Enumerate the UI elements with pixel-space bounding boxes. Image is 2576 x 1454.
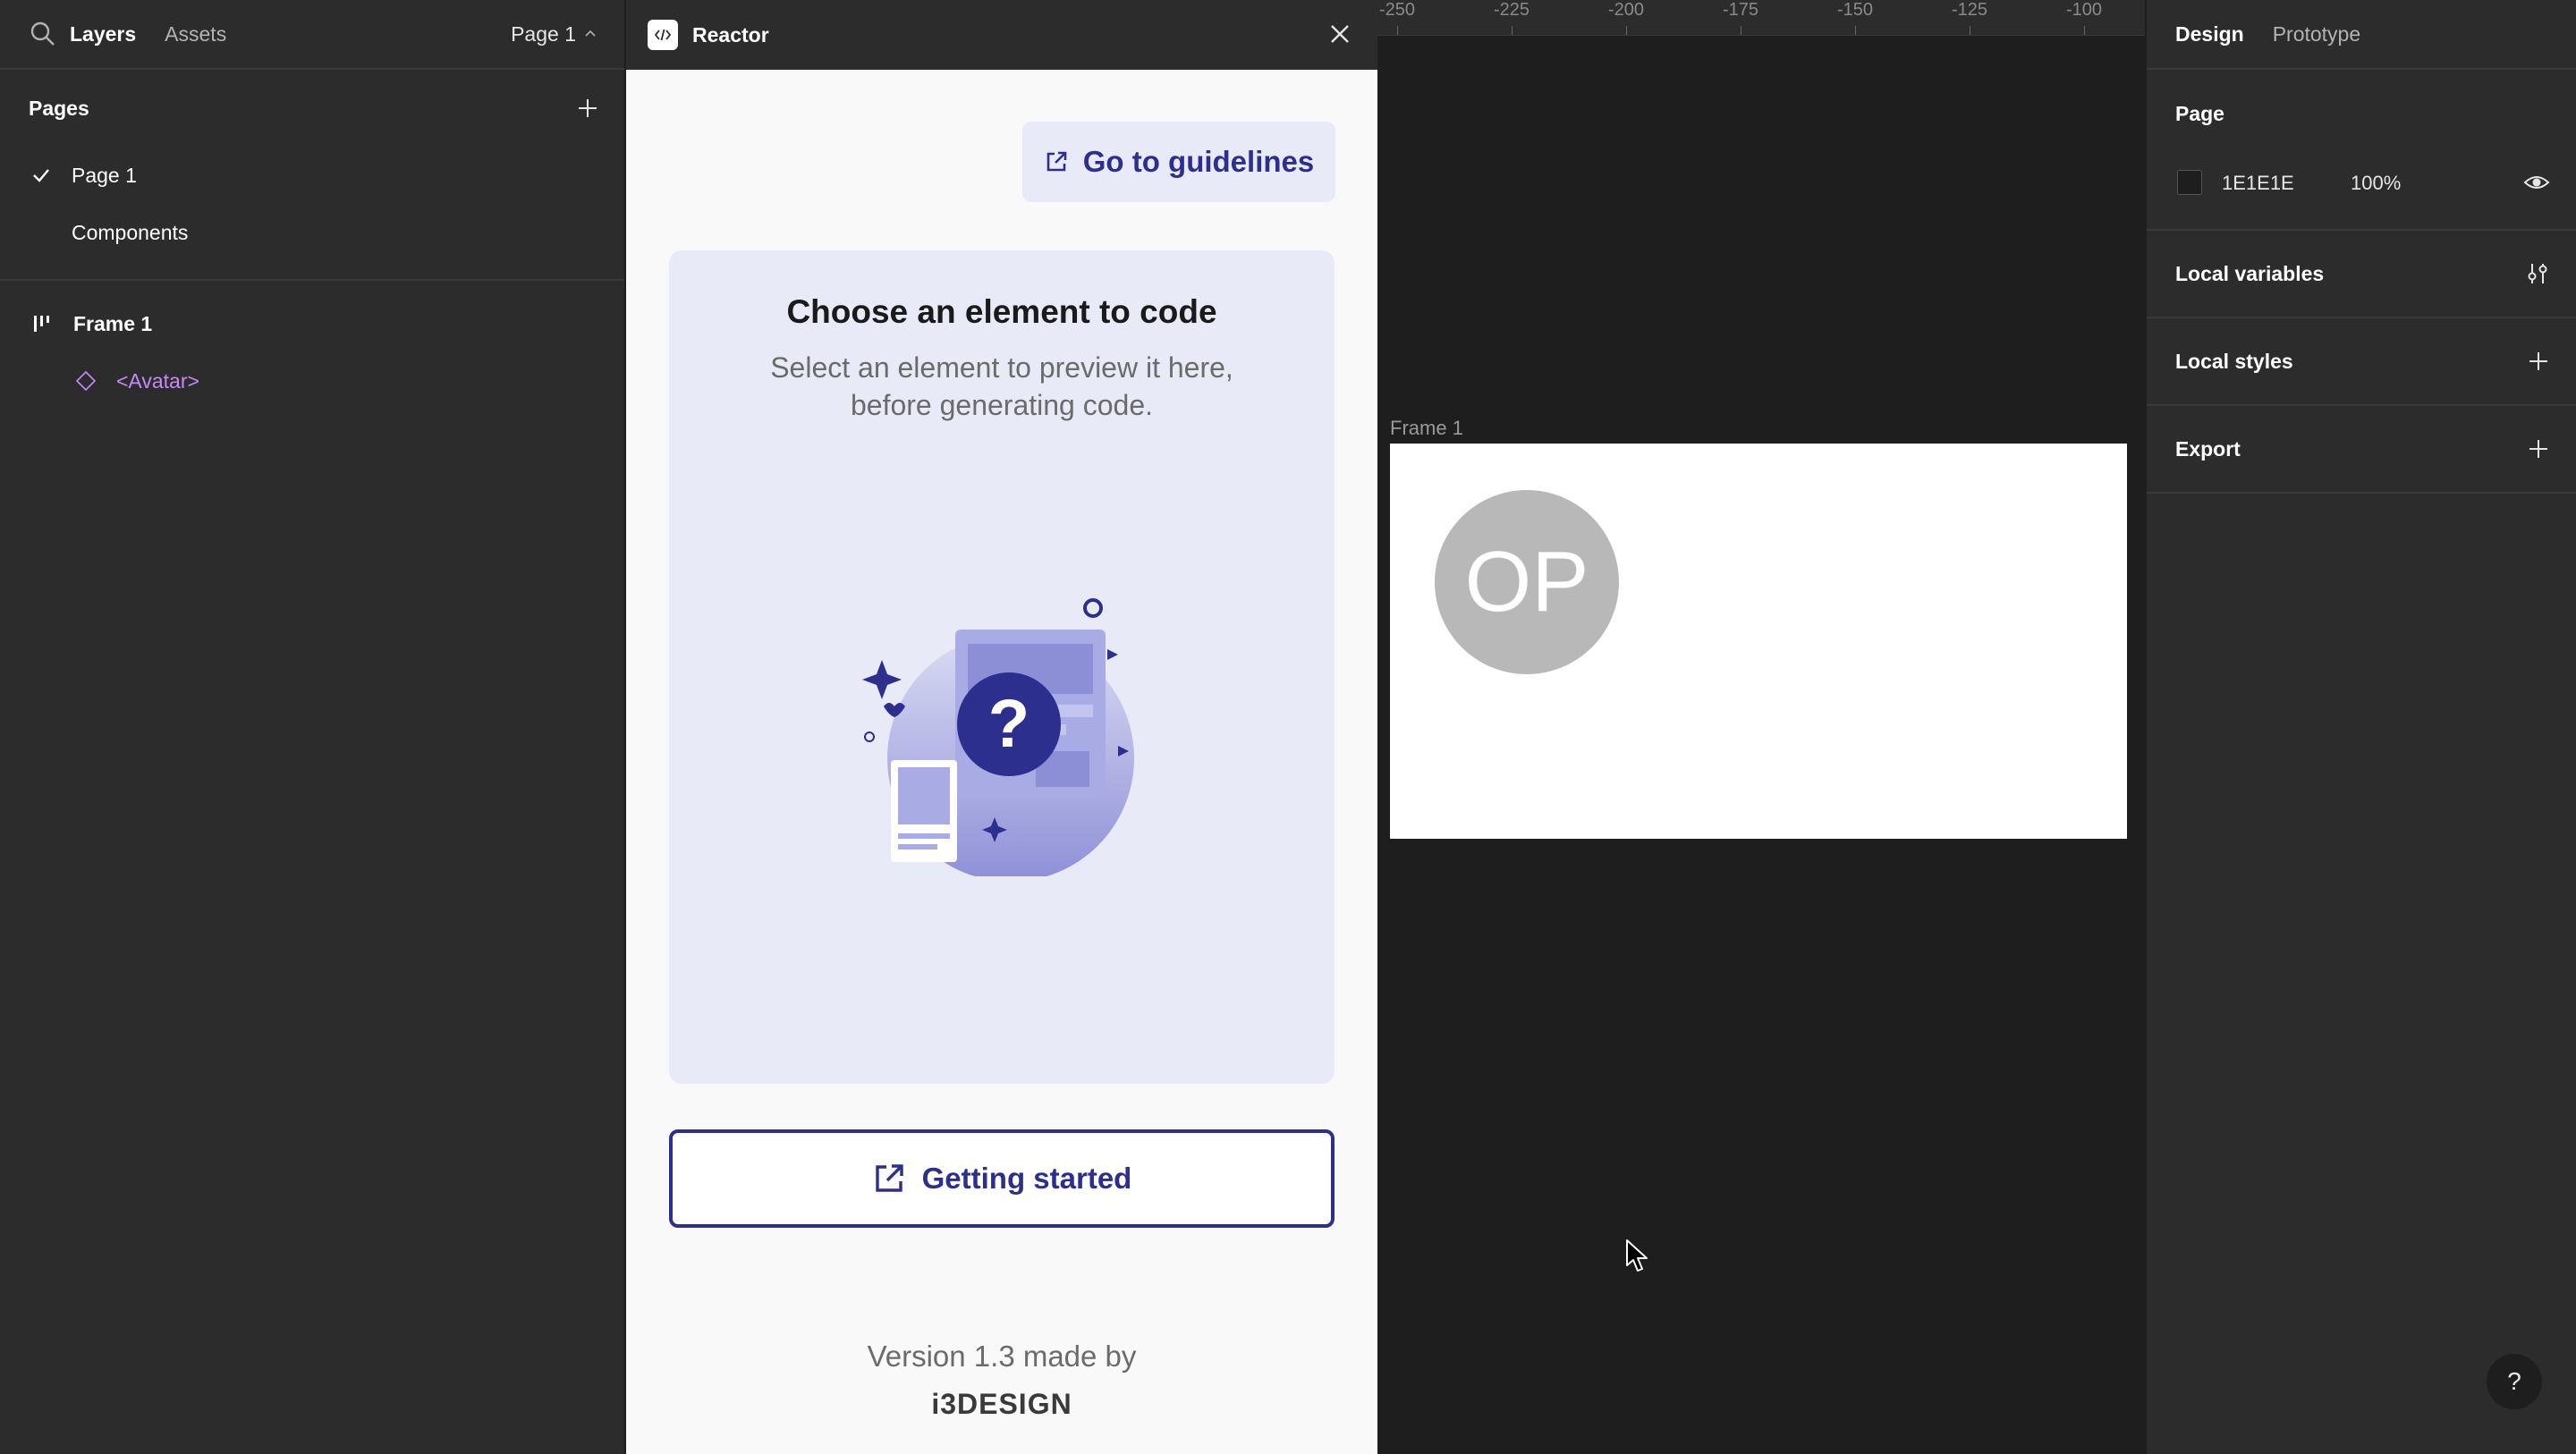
brand-logo[interactable]: i3DESIGN <box>626 1388 1377 1421</box>
reactor-plugin-window: Reactor Go to guidelines Choose an eleme… <box>626 0 1377 1454</box>
card-heading: Choose an element to code <box>786 293 1217 330</box>
tab-layers[interactable]: Layers <box>70 22 136 46</box>
page-item-components[interactable]: Components <box>0 204 624 261</box>
ruler-tick: -150 <box>1836 0 1874 20</box>
design-canvas[interactable]: -250 -225 -200 -175 -150 -125 -100 Frame… <box>1377 0 2145 1454</box>
page-switcher-label: Page 1 <box>511 21 576 46</box>
ruler-tick: -175 <box>1722 0 1759 20</box>
tab-assets[interactable]: Assets <box>165 22 226 46</box>
eye-icon[interactable] <box>2522 168 2551 197</box>
layer-frame-1[interactable]: Frame 1 <box>0 295 624 352</box>
component-instance-icon <box>75 370 97 392</box>
page-item-label: Page 1 <box>72 163 137 187</box>
ruler-tick: -225 <box>1493 0 1530 20</box>
local-variables-section[interactable]: Local variables <box>2147 231 2576 318</box>
page-color-hex[interactable]: 1E1E1E <box>2222 172 2294 195</box>
layer-label: Frame 1 <box>73 311 153 335</box>
layer-avatar-instance[interactable]: <Avatar> <box>0 352 624 410</box>
plugin-header: Reactor <box>626 0 1377 70</box>
svg-text:?: ? <box>988 686 1030 762</box>
page-properties: Page 1E1E1E 100% <box>2147 70 2576 231</box>
check-icon <box>33 169 49 182</box>
frame-label[interactable]: Frame 1 <box>1390 417 1463 440</box>
page-switcher[interactable]: Page 1 <box>511 0 597 68</box>
page-section-title: Page <box>2175 102 2224 125</box>
tab-design[interactable]: Design <box>2175 22 2244 46</box>
choose-element-card: Choose an element to code Select an elem… <box>669 250 1335 1084</box>
go-to-guidelines-button[interactable]: Go to guidelines <box>1022 122 1335 202</box>
help-button[interactable]: ? <box>2487 1354 2542 1409</box>
add-export-icon[interactable] <box>2526 436 2551 461</box>
external-link-icon <box>875 1164 903 1192</box>
avatar[interactable]: OP <box>1435 490 1619 674</box>
ruler-tick: -100 <box>2065 0 2103 20</box>
ruler-tick: -250 <box>1378 0 1416 20</box>
external-link-icon <box>1046 151 1067 172</box>
local-styles-title: Local styles <box>2175 349 2293 373</box>
plugin-title: Reactor <box>692 22 769 46</box>
local-variables-title: Local variables <box>2175 261 2325 285</box>
local-styles-section[interactable]: Local styles <box>2147 318 2576 406</box>
layer-label: <Avatar> <box>116 368 199 393</box>
chevron-up-icon <box>585 30 596 37</box>
help-label: ? <box>2507 1367 2521 1395</box>
page-item-page-1[interactable]: Page 1 <box>0 147 624 204</box>
export-title: Export <box>2175 436 2241 461</box>
frame-1[interactable]: OP <box>1390 444 2127 839</box>
page-color-swatch[interactable] <box>2177 170 2202 195</box>
add-style-icon[interactable] <box>2526 349 2551 374</box>
getting-started-label: Getting started <box>921 1162 1132 1195</box>
properties-panel: Design Prototype Page 1E1E1E 100% Local … <box>2145 0 2576 1454</box>
search-icon[interactable] <box>27 18 59 50</box>
version-text: Version 1.3 made by <box>867 1340 1137 1373</box>
export-section[interactable]: Export <box>2147 406 2576 494</box>
card-subtext: Select an element to preview it here, be… <box>770 351 1233 421</box>
question-illustration-icon: ? <box>862 598 1134 876</box>
properties-header: Design Prototype <box>2147 0 2576 70</box>
page-item-label: Components <box>72 220 189 244</box>
tab-prototype[interactable]: Prototype <box>2273 22 2360 46</box>
avatar-initials: OP <box>1464 534 1589 630</box>
horizontal-ruler: -250 -225 -200 -175 -150 -125 -100 <box>1377 0 2145 36</box>
plugin-body: Go to guidelines Choose an element to co… <box>626 70 1377 1454</box>
ruler-tick: -200 <box>1607 0 1645 20</box>
ruler-tick: -125 <box>1951 0 1988 20</box>
page-opacity[interactable]: 100% <box>2351 172 2401 195</box>
pages-section-header: Pages <box>0 70 624 147</box>
close-icon[interactable] <box>1324 18 1356 50</box>
mouse-cursor-icon <box>1626 1239 1648 1272</box>
pages-title: Pages <box>29 96 89 120</box>
reactor-logo-icon <box>648 20 678 50</box>
layers-panel-header: Layers Assets Page 1 <box>0 0 624 70</box>
add-page-icon[interactable] <box>574 95 601 122</box>
sliders-icon[interactable] <box>2524 260 2551 287</box>
layers-panel: Layers Assets Page 1 Pages Page 1 Compon… <box>0 0 626 1454</box>
frame-layer-icon <box>34 316 49 332</box>
go-to-guidelines-label: Go to guidelines <box>1082 145 1315 178</box>
getting-started-button[interactable]: Getting started <box>669 1129 1335 1228</box>
